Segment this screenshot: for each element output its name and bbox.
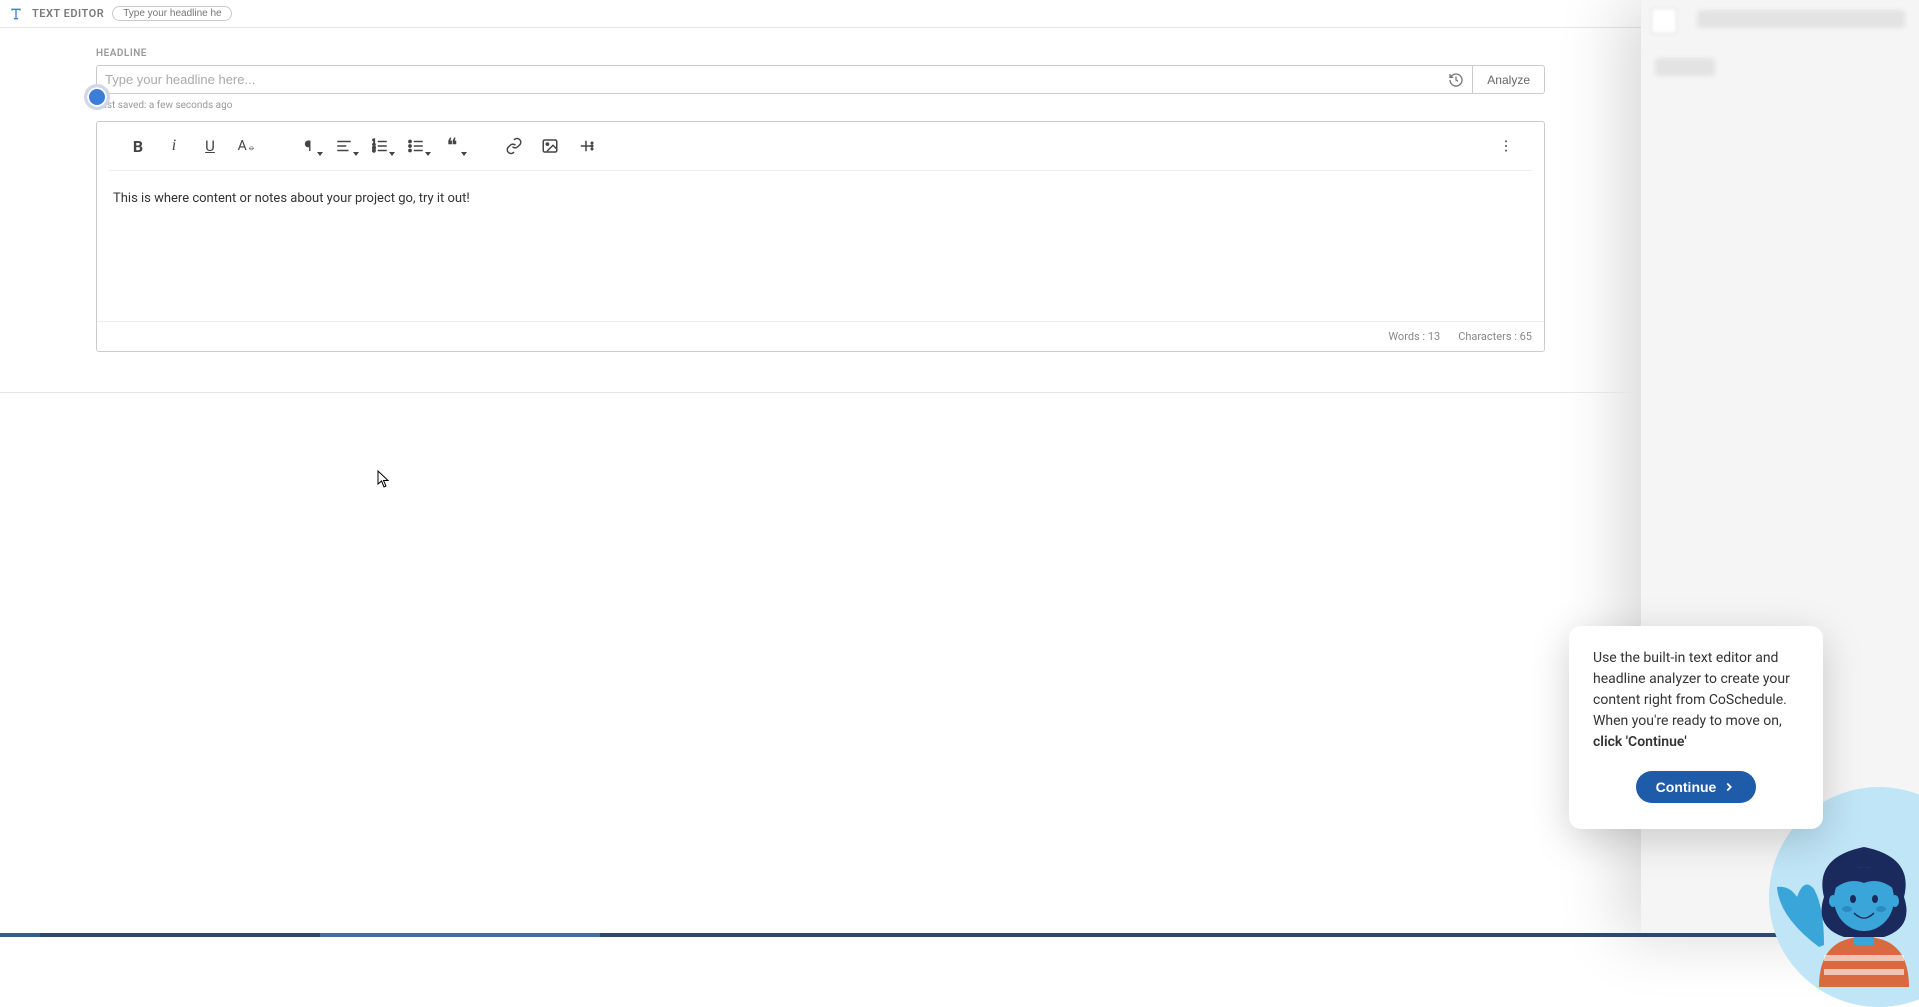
text-editor-icon xyxy=(8,6,24,22)
rich-text-editor: B i U A⦵ ¶ 123 xyxy=(96,121,1545,352)
italic-button[interactable]: i xyxy=(157,130,191,162)
main-content: HEADLINE Analyze Last saved: a few secon… xyxy=(0,28,1641,937)
bold-button[interactable]: B xyxy=(121,130,155,162)
underline-button[interactable]: U xyxy=(193,130,227,162)
align-button[interactable] xyxy=(327,130,361,162)
clear-format-button[interactable]: A⦵ xyxy=(229,130,263,162)
side-panel-placeholder xyxy=(1697,10,1905,28)
continue-button[interactable]: Continue xyxy=(1636,771,1757,803)
brand-label: TEXT EDITOR xyxy=(32,7,104,20)
chevron-right-icon xyxy=(1722,780,1736,794)
word-count: Words : 13 xyxy=(1388,330,1440,343)
close-icon[interactable] xyxy=(1651,8,1677,34)
char-count: Characters : 65 xyxy=(1458,330,1532,343)
unordered-list-button[interactable] xyxy=(399,130,433,162)
analyze-button[interactable]: Analyze xyxy=(1472,65,1545,94)
mini-headline-input[interactable] xyxy=(112,6,232,21)
quote-button[interactable]: ❝ xyxy=(435,130,469,162)
headline-row: Analyze xyxy=(96,65,1545,94)
onboarding-callout: Use the built-in text editor and headlin… xyxy=(1569,626,1823,829)
headline-input[interactable] xyxy=(96,65,1472,94)
toolbar-more-button[interactable] xyxy=(1492,130,1520,162)
image-button[interactable] xyxy=(533,130,567,162)
side-panel-placeholder xyxy=(1655,58,1715,76)
headline-label: HEADLINE xyxy=(96,48,1545,59)
svg-text:3: 3 xyxy=(373,148,376,154)
last-saved: Last saved: a few seconds ago xyxy=(96,100,1545,111)
editor-body[interactable]: This is where content or notes about you… xyxy=(97,171,1544,321)
rich-text-toolbar: B i U A⦵ ¶ 123 xyxy=(109,122,1532,171)
paragraph-button[interactable]: ¶ xyxy=(291,130,325,162)
link-button[interactable] xyxy=(497,130,531,162)
taskbar xyxy=(0,933,1919,937)
top-bar: TEXT EDITOR xyxy=(0,0,1919,28)
ordered-list-button[interactable]: 123 xyxy=(363,130,397,162)
callout-text: Use the built-in text editor and headlin… xyxy=(1593,648,1799,753)
editor-footer: Words : 13 Characters : 65 xyxy=(97,321,1544,351)
onboarding-highlight xyxy=(84,84,110,110)
insert-more-button[interactable] xyxy=(569,130,603,162)
